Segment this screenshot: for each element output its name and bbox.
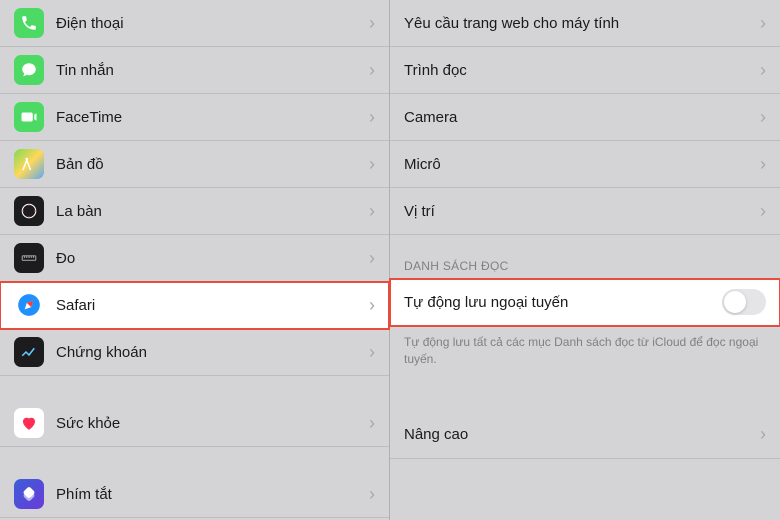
detail-item-label: Micrô bbox=[404, 156, 760, 173]
chevron-right-icon: › bbox=[369, 484, 375, 505]
chevron-right-icon: › bbox=[369, 413, 375, 434]
detail-item-label: Yêu cầu trang web cho máy tính bbox=[404, 15, 760, 32]
sidebar-item-facetime[interactable]: FaceTime › bbox=[0, 94, 389, 141]
sidebar-item-safari[interactable]: Safari › bbox=[0, 282, 389, 329]
measure-icon bbox=[14, 243, 44, 273]
message-icon bbox=[14, 55, 44, 85]
sidebar-item-label: Safari bbox=[56, 297, 369, 314]
detail-item-label: Nâng cao bbox=[404, 426, 760, 443]
detail-item-label: Tự động lưu ngoại tuyến bbox=[404, 294, 722, 311]
chevron-right-icon: › bbox=[369, 154, 375, 175]
chevron-right-icon: › bbox=[369, 107, 375, 128]
chevron-right-icon: › bbox=[369, 13, 375, 34]
spacer bbox=[390, 380, 780, 412]
sidebar-item-label: Điện thoại bbox=[56, 15, 369, 32]
sidebar-item-label: Sức khỏe bbox=[56, 415, 369, 432]
toggle-switch[interactable] bbox=[722, 289, 766, 315]
sidebar-item-compass[interactable]: La bàn › bbox=[0, 188, 389, 235]
stocks-icon bbox=[14, 337, 44, 367]
chevron-right-icon: › bbox=[760, 107, 766, 128]
chevron-right-icon: › bbox=[760, 60, 766, 81]
chevron-right-icon: › bbox=[760, 154, 766, 175]
chevron-right-icon: › bbox=[369, 342, 375, 363]
detail-item-label: Vị trí bbox=[404, 203, 760, 220]
detail-item-advanced[interactable]: Nâng cao › bbox=[390, 412, 780, 459]
maps-icon bbox=[14, 149, 44, 179]
chevron-right-icon: › bbox=[760, 13, 766, 34]
settings-detail: Yêu cầu trang web cho máy tính › Trình đ… bbox=[390, 0, 780, 520]
sidebar-item-label: Bản đồ bbox=[56, 156, 369, 173]
detail-item-auto-save-offline[interactable]: Tự động lưu ngoại tuyến bbox=[390, 279, 780, 326]
section-gap bbox=[0, 447, 389, 471]
sidebar-item-measure[interactable]: Đo › bbox=[0, 235, 389, 282]
chevron-right-icon: › bbox=[760, 424, 766, 445]
sidebar-item-messages[interactable]: Tin nhắn › bbox=[0, 47, 389, 94]
facetime-icon bbox=[14, 102, 44, 132]
health-icon bbox=[14, 408, 44, 438]
shortcuts-icon bbox=[14, 479, 44, 509]
chevron-right-icon: › bbox=[369, 201, 375, 222]
sidebar-item-label: Phím tắt bbox=[56, 486, 369, 503]
sidebar-item-maps[interactable]: Bản đồ › bbox=[0, 141, 389, 188]
sidebar-item-phone[interactable]: Điện thoại › bbox=[0, 0, 389, 47]
chevron-right-icon: › bbox=[369, 60, 375, 81]
phone-icon bbox=[14, 8, 44, 38]
sidebar-item-label: FaceTime bbox=[56, 109, 369, 126]
detail-item-microphone[interactable]: Micrô › bbox=[390, 141, 780, 188]
detail-item-camera[interactable]: Camera › bbox=[390, 94, 780, 141]
sidebar-item-shortcuts[interactable]: Phím tắt › bbox=[0, 471, 389, 518]
section-gap bbox=[0, 376, 389, 400]
compass-icon bbox=[14, 196, 44, 226]
section-header-reading-list: DANH SÁCH ĐỌC bbox=[390, 235, 780, 279]
detail-item-location[interactable]: Vị trí › bbox=[390, 188, 780, 235]
chevron-right-icon: › bbox=[369, 248, 375, 269]
detail-item-label: Camera bbox=[404, 109, 760, 126]
chevron-right-icon: › bbox=[369, 295, 375, 316]
sidebar-item-label: Chứng khoán bbox=[56, 344, 369, 361]
sidebar-item-stocks[interactable]: Chứng khoán › bbox=[0, 329, 389, 376]
section-footer-reading-list: Tự động lưu tất cả các mục Danh sách đọc… bbox=[390, 326, 780, 380]
detail-item-label: Trình đọc bbox=[404, 62, 760, 79]
sidebar-item-label: La bàn bbox=[56, 203, 369, 220]
safari-icon bbox=[14, 290, 44, 320]
chevron-right-icon: › bbox=[760, 201, 766, 222]
sidebar-item-label: Đo bbox=[56, 250, 369, 267]
sidebar-item-label: Tin nhắn bbox=[56, 62, 369, 79]
detail-item-desktop-site[interactable]: Yêu cầu trang web cho máy tính › bbox=[390, 0, 780, 47]
detail-item-reader[interactable]: Trình đọc › bbox=[390, 47, 780, 94]
settings-sidebar: Điện thoại › Tin nhắn › FaceTime › Bản đ… bbox=[0, 0, 390, 520]
sidebar-item-health[interactable]: Sức khỏe › bbox=[0, 400, 389, 447]
